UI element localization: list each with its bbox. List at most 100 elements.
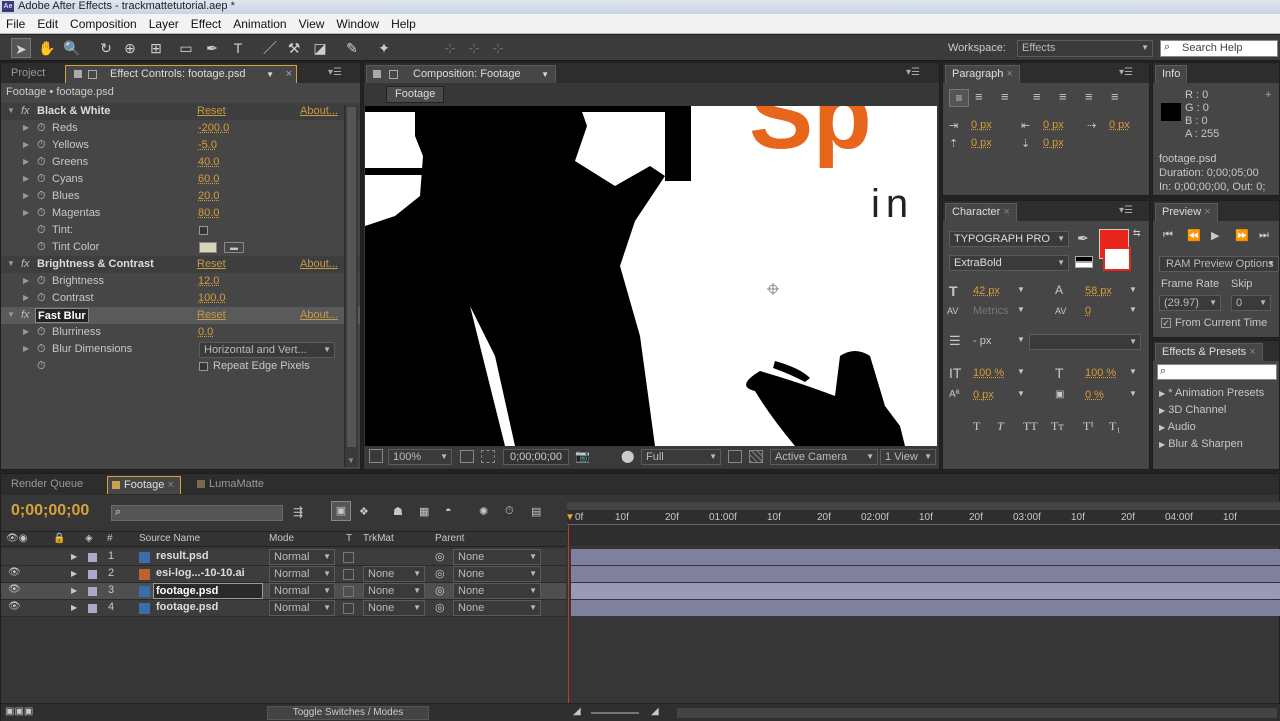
tab-paragraph[interactable]: Paragraph ×: [945, 65, 1020, 83]
reset-link[interactable]: Reset: [197, 307, 226, 324]
horizontal-scale-value[interactable]: 100 %: [1085, 367, 1116, 379]
tree-item[interactable]: ▶ * Animation Presets: [1159, 385, 1264, 402]
align-right-icon[interactable]: ≡: [1001, 89, 1009, 104]
scrollbar[interactable]: ▼: [344, 105, 358, 467]
preserve-transparency-checkbox[interactable]: [343, 586, 354, 597]
trkmat-select[interactable]: None: [363, 600, 425, 616]
brainstorm-icon[interactable]: ✺: [479, 505, 488, 518]
lock-icon[interactable]: [389, 70, 398, 79]
tab-render-queue[interactable]: Render Queue: [5, 476, 89, 494]
from-current-checkbox[interactable]: ✓: [1161, 318, 1171, 328]
stroke-style-select[interactable]: [1029, 334, 1141, 350]
twirl-closed-icon[interactable]: ▶: [71, 586, 77, 595]
world-axis-icon[interactable]: ⊹: [464, 38, 484, 58]
axis-mode-icon[interactable]: ⊹: [440, 38, 460, 58]
parent-select[interactable]: None: [453, 583, 541, 599]
skip-select[interactable]: 0: [1231, 295, 1271, 311]
eyedropper-icon[interactable]: ✒: [1077, 230, 1089, 247]
fx-icon[interactable]: fx: [21, 103, 30, 120]
layer-row-1[interactable]: ▶ 1 result.psd Normal ◎ None: [1, 549, 566, 566]
region-interest-icon[interactable]: [728, 450, 742, 463]
clone-stamp-tool-icon[interactable]: ⚒: [284, 38, 304, 58]
fx-icon[interactable]: fx: [21, 256, 30, 273]
pickwhip-icon[interactable]: ◎: [435, 584, 445, 597]
twirl-open-icon[interactable]: ▼: [7, 106, 15, 115]
work-area-bar[interactable]: [567, 502, 1280, 510]
scrollbar-thumb[interactable]: [347, 107, 356, 447]
menu-window[interactable]: Window: [330, 14, 385, 34]
property-value[interactable]: -200.0: [198, 120, 229, 137]
current-time-indicator[interactable]: [568, 524, 569, 704]
twirl-closed-icon[interactable]: ▶: [23, 293, 31, 302]
time-ruler[interactable]: 0f 10f 20f 01:00f 10f 20f 02:00f 10f 20f…: [565, 502, 1280, 546]
fx-icon[interactable]: fx: [21, 307, 30, 324]
subscript-icon[interactable]: T₁: [1109, 419, 1121, 434]
tab-project[interactable]: Project: [5, 65, 51, 83]
label-color-swatch[interactable]: [88, 587, 97, 596]
chevron-down-icon[interactable]: ▼: [1129, 285, 1137, 294]
mode-select[interactable]: Normal: [269, 583, 335, 599]
camera-select[interactable]: Active Camera: [770, 449, 878, 465]
zoom-out-icon[interactable]: ◢: [573, 706, 581, 717]
first-frame-icon[interactable]: ⏮: [1163, 229, 1173, 242]
graph-editor-icon[interactable]: ▤: [531, 505, 541, 518]
eye-icon[interactable]: 👁: [8, 567, 21, 578]
swap-colors-icon[interactable]: ⇆: [1133, 228, 1141, 239]
property-value[interactable]: 40.0: [198, 154, 219, 171]
close-icon[interactable]: ×: [1204, 206, 1210, 218]
zoom-in-icon[interactable]: ◢: [651, 706, 659, 717]
snapshot-icon[interactable]: 📷: [575, 449, 590, 463]
chevron-down-icon[interactable]: ▼: [1017, 367, 1025, 376]
view-layout-select[interactable]: 1 View: [880, 449, 936, 465]
chevron-down-icon[interactable]: ▼: [541, 66, 549, 83]
tab-lumamatte[interactable]: LumaMatte: [193, 476, 270, 494]
parent-select[interactable]: None: [453, 566, 541, 582]
trkmat-select[interactable]: None: [363, 566, 425, 582]
effect-row-brightness-contrast[interactable]: ▼ fx Brightness & Contrast Reset About..…: [1, 256, 360, 273]
parent-select[interactable]: None: [453, 600, 541, 616]
twirl-closed-icon[interactable]: ▶: [71, 603, 77, 612]
twirl-closed-icon[interactable]: ▶: [23, 174, 31, 183]
white-swatch-icon[interactable]: [1075, 262, 1093, 268]
tint-checkbox[interactable]: [199, 226, 208, 235]
repeat-edge-checkbox[interactable]: [199, 362, 208, 371]
twirl-closed-icon[interactable]: ▶: [23, 276, 31, 285]
tab-preview[interactable]: Preview ×: [1155, 203, 1218, 221]
leading-value[interactable]: 58 px: [1085, 285, 1112, 297]
twirl-closed-icon[interactable]: ▶: [1159, 389, 1165, 398]
zoom-tool-icon[interactable]: 🔍: [62, 38, 82, 58]
twirl-closed-icon[interactable]: ▶: [71, 569, 77, 578]
stopwatch-icon[interactable]: ⏱: [37, 205, 46, 222]
tree-item[interactable]: ▶ Blur & Sharpen: [1159, 436, 1264, 453]
lock-icon[interactable]: [88, 70, 97, 79]
justify-left-icon[interactable]: ≡: [1033, 89, 1041, 104]
last-frame-icon[interactable]: ⏭: [1259, 229, 1269, 242]
pen-tool-icon[interactable]: ✒: [202, 38, 222, 58]
property-value[interactable]: 80.0: [198, 205, 219, 222]
justify-right-icon[interactable]: ≡: [1085, 89, 1093, 104]
layer-name-editing[interactable]: footage.psd: [153, 583, 263, 599]
tab-effect-controls[interactable]: Effect Controls: footage.psd ▼ ×: [65, 65, 297, 83]
vertical-scale-value[interactable]: 100 %: [973, 367, 1004, 379]
timeline-scrollbar[interactable]: [677, 708, 1277, 718]
menu-animation[interactable]: Animation: [227, 14, 292, 34]
comp-subtab-footage[interactable]: Footage: [386, 86, 445, 103]
justify-all-icon[interactable]: ≡: [1111, 89, 1119, 104]
eye-icon[interactable]: 👁: [8, 601, 21, 612]
first-line-indent-value[interactable]: 0 px: [1109, 119, 1130, 131]
puppet-pin-tool-icon[interactable]: ✦: [374, 38, 394, 58]
next-frame-icon[interactable]: ⏩: [1235, 229, 1249, 242]
eraser-tool-icon[interactable]: ◪: [310, 38, 330, 58]
property-value[interactable]: 100.0: [198, 290, 226, 307]
chevron-down-icon[interactable]: ▼: [1017, 305, 1025, 314]
chevron-down-icon[interactable]: ▼: [1017, 285, 1025, 294]
layer-row-2[interactable]: 👁 ▶ 2 esi-log...-10-10.ai Normal None ◎ …: [1, 566, 566, 583]
rectangle-tool-icon[interactable]: ▭: [176, 38, 196, 58]
stopwatch-icon[interactable]: ⏱: [37, 154, 46, 171]
menu-composition[interactable]: Composition: [64, 14, 143, 34]
small-caps-icon[interactable]: Tт: [1051, 419, 1064, 434]
stopwatch-icon[interactable]: ⏱: [37, 273, 46, 290]
about-link[interactable]: About...: [300, 307, 338, 324]
stroke-color-swatch[interactable]: [1103, 247, 1131, 271]
space-before-value[interactable]: 0 px: [971, 137, 992, 149]
